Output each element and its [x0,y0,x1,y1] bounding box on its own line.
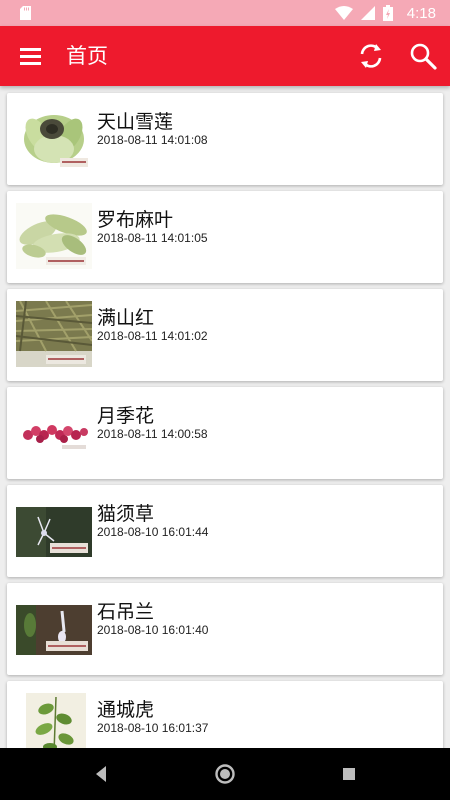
list-item[interactable]: 满山红 2018-08-11 14:01:02 [7,289,443,381]
search-icon[interactable] [408,41,438,71]
herb-thumbnail [16,399,92,465]
status-time: 4:18 [406,4,436,22]
herb-thumbnail [16,497,92,563]
herb-list: 天山雪莲 2018-08-11 14:01:08 罗布麻叶 2018-08-11… [0,86,450,748]
herb-name: 罗布麻叶 [97,209,174,231]
wifi-icon [334,6,353,20]
list-item[interactable]: 月季花 2018-08-11 14:00:58 [7,387,443,479]
herb-thumbnail [16,693,92,748]
back-icon[interactable] [92,762,110,786]
herb-date: 2018-08-10 16:01:44 [97,525,209,539]
herb-date: 2018-08-10 16:01:40 [97,623,209,637]
battery-charging-icon [382,5,393,21]
list-item[interactable]: 猫须草 2018-08-10 16:01:44 [7,485,443,577]
app-bar: 首页 [0,26,450,86]
herb-thumbnail [16,595,92,661]
herb-name: 天山雪莲 [97,111,174,133]
cell-signal-icon [360,6,375,20]
herb-name: 石吊兰 [97,601,155,623]
herb-date: 2018-08-11 14:01:05 [97,231,208,245]
herb-name: 通城虎 [97,699,155,721]
herb-name: 月季花 [97,405,155,427]
list-item[interactable]: 通城虎 2018-08-10 16:01:37 [7,681,443,748]
herb-date: 2018-08-11 14:01:08 [97,133,208,147]
herb-thumbnail [16,105,92,171]
herb-name: 猫须草 [97,503,155,525]
herb-date: 2018-08-10 16:01:37 [97,721,209,735]
list-item[interactable]: 罗布麻叶 2018-08-11 14:01:05 [7,191,443,283]
herb-thumbnail [16,203,92,269]
status-bar: 4:18 [0,0,450,26]
list-item[interactable]: 天山雪莲 2018-08-11 14:01:08 [7,93,443,185]
recents-icon[interactable] [340,762,358,786]
navigation-bar [0,748,450,800]
list-item[interactable]: 石吊兰 2018-08-10 16:01:40 [7,583,443,675]
sd-card-icon [20,6,31,20]
herb-name: 满山红 [97,307,155,329]
herb-date: 2018-08-11 14:01:02 [97,329,208,343]
herb-date: 2018-08-11 14:00:58 [97,427,208,441]
refresh-icon[interactable] [356,41,386,71]
menu-icon[interactable] [18,43,44,69]
herb-thumbnail [16,301,92,367]
page-title: 首页 [66,44,108,68]
home-icon[interactable] [214,762,236,786]
